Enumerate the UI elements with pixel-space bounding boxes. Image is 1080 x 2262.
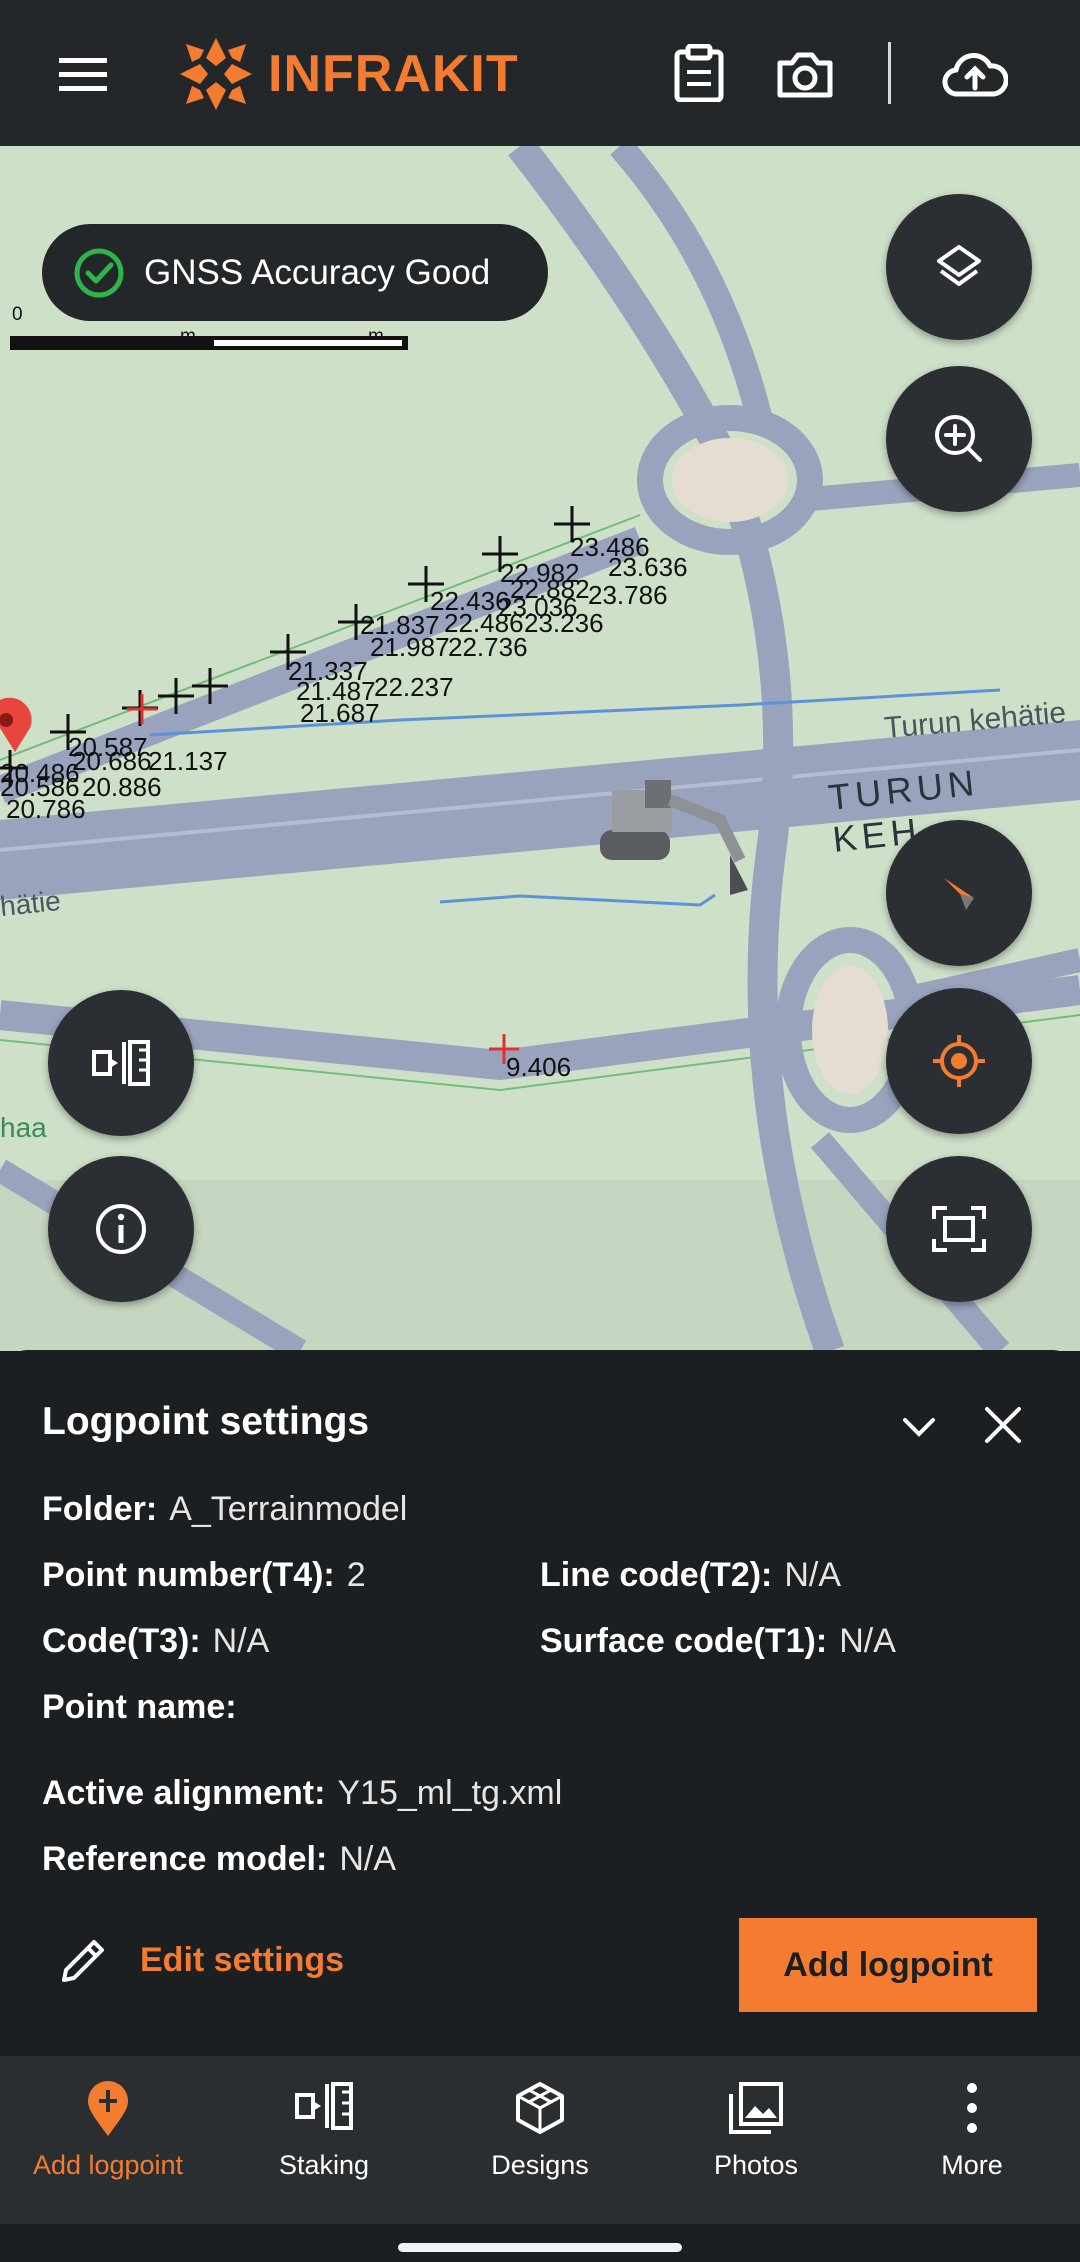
- designs-icon: [516, 2082, 564, 2134]
- app-bar: INFRAKIT: [0, 0, 1080, 146]
- zoom-in-icon: [935, 415, 982, 462]
- field-point-name: Point name:: [42, 1688, 249, 1727]
- nav-staking[interactable]: Staking: [216, 2056, 432, 2224]
- gnss-status-pill[interactable]: GNSS Accuracy Good: [42, 224, 548, 321]
- field-label: Reference model:: [42, 1840, 328, 1878]
- nav-label: Staking: [278, 2150, 370, 2180]
- nav-label: More: [941, 2150, 1003, 2180]
- clipboard-icon[interactable]: [668, 42, 730, 104]
- brand-logo: INFRAKIT: [178, 36, 519, 112]
- check-circle-icon: [74, 248, 124, 297]
- scale-label: 0: [12, 304, 23, 325]
- field-value: 2: [346, 1556, 366, 1594]
- field-value: N/A: [212, 1622, 270, 1660]
- field-folder: Folder: A_Terrainmodel: [42, 1490, 407, 1529]
- field-value: N/A: [784, 1556, 842, 1594]
- staking-mode-button[interactable]: [48, 990, 194, 1136]
- nav-photos[interactable]: Photos: [648, 2056, 864, 2224]
- staking-icon: [295, 2082, 353, 2130]
- field-surface-code: Surface code(T1): N/A: [540, 1622, 896, 1661]
- layers-icon: [937, 245, 981, 286]
- toolbar-divider: [888, 42, 891, 104]
- collapse-chevron-icon[interactable]: [894, 1404, 944, 1448]
- nav-label: Add logpoint: [32, 2150, 184, 2180]
- brand-name: INFRAKIT: [268, 45, 519, 103]
- nav-more[interactable]: More: [864, 2056, 1080, 2224]
- logo-icon: [180, 38, 252, 110]
- field-label: Surface code(T1):: [540, 1622, 828, 1660]
- field-point-number: Point number(T4): 2: [42, 1556, 366, 1595]
- field-label: Point number(T4):: [42, 1556, 335, 1594]
- edit-settings-button[interactable]: Edit settings: [58, 1934, 344, 1986]
- info-icon: [96, 1204, 146, 1254]
- field-code: Code(T3): N/A: [42, 1622, 269, 1661]
- field-value: N/A: [339, 1840, 397, 1878]
- layers-button[interactable]: [886, 194, 1032, 340]
- field-active-alignment: Active alignment: Y15_ml_tg.xml: [42, 1774, 562, 1813]
- field-value: N/A: [839, 1622, 896, 1660]
- fit-screen-button[interactable]: [886, 1156, 1032, 1302]
- field-value: A_Terrainmodel: [169, 1490, 408, 1528]
- field-label: Point name:: [42, 1688, 237, 1726]
- add-logpoint-icon: [88, 2081, 128, 2136]
- menu-icon[interactable]: [50, 44, 116, 104]
- compass-icon: [944, 878, 974, 910]
- zoom-in-button[interactable]: [886, 366, 1032, 512]
- edit-settings-label: Edit settings: [140, 1940, 345, 1979]
- field-value: Y15_ml_tg.xml: [337, 1774, 563, 1812]
- field-label: Folder:: [42, 1490, 158, 1528]
- gnss-status-text: GNSS Accuracy Good: [144, 252, 491, 292]
- nav-add-logpoint[interactable]: Add logpoint: [0, 2056, 216, 2224]
- my-location-icon: [933, 1035, 985, 1087]
- compass-button[interactable]: [886, 820, 1032, 966]
- field-label: Line code(T2):: [540, 1556, 773, 1594]
- info-button[interactable]: [48, 1156, 194, 1302]
- nav-designs[interactable]: Designs: [432, 2056, 648, 2224]
- staking-icon: [92, 1040, 150, 1086]
- bottom-nav: Add logpoint Staking Designs Photos More: [0, 2056, 1080, 2224]
- my-location-button[interactable]: [886, 988, 1032, 1134]
- nav-label: Designs: [491, 2150, 589, 2180]
- field-label: Code(T3):: [42, 1622, 201, 1660]
- photos-icon: [729, 2082, 783, 2134]
- fit-screen-icon: [932, 1206, 986, 1252]
- cloud-upload-icon[interactable]: [938, 44, 1012, 104]
- pencil-icon: [62, 1940, 104, 1982]
- camera-icon[interactable]: [772, 44, 838, 104]
- home-indicator[interactable]: [398, 2243, 682, 2252]
- close-icon[interactable]: [978, 1400, 1028, 1450]
- field-reference-model: Reference model: N/A: [42, 1840, 396, 1879]
- add-logpoint-button[interactable]: Add logpoint: [739, 1918, 1037, 2012]
- field-label: Active alignment:: [42, 1774, 326, 1812]
- sheet-title: Logpoint settings: [42, 1400, 370, 1443]
- nav-label: Photos: [713, 2150, 799, 2180]
- more-icon: [967, 2083, 977, 2133]
- field-line-code: Line code(T2): N/A: [540, 1556, 841, 1595]
